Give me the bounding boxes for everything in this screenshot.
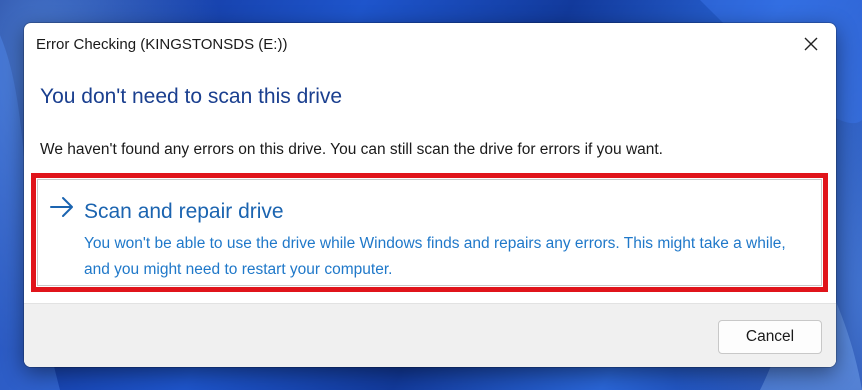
cancel-button[interactable]: Cancel xyxy=(718,320,822,354)
dialog-heading: You don't need to scan this drive xyxy=(40,85,343,108)
dialog-description: We haven't found any errors on this driv… xyxy=(40,141,663,158)
scan-and-repair-title: Scan and repair drive xyxy=(84,200,284,223)
dialog-footer: Cancel xyxy=(24,303,836,367)
scan-and-repair-description: You won't be able to use the drive while… xyxy=(84,235,786,278)
arrow-right-icon xyxy=(50,197,73,217)
scan-and-repair-option[interactable]: Scan and repair drive You won't be able … xyxy=(37,179,822,286)
error-checking-dialog: Error Checking (KINGSTONSDS (E:)) You do… xyxy=(24,23,836,367)
dialog-title: Error Checking (KINGSTONSDS (E:)) xyxy=(36,36,288,53)
close-icon xyxy=(804,37,818,51)
dialog-titlebar: Error Checking (KINGSTONSDS (E:)) xyxy=(24,23,836,69)
close-button[interactable] xyxy=(794,29,828,59)
